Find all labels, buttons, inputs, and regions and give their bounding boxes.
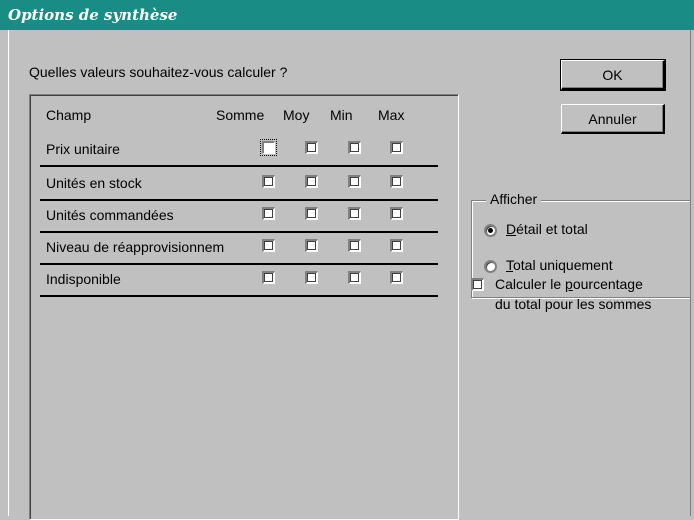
max-checkbox[interactable] — [390, 239, 403, 252]
table-row: Niveau de réapprovisionnem — [40, 231, 438, 265]
somme-checkbox[interactable] — [262, 239, 275, 252]
min-checkbox[interactable] — [348, 141, 361, 154]
percent-label: Calculer le pourcentage du total pour le… — [495, 276, 652, 312]
header-champ: Champ — [46, 107, 92, 123]
radio-detail-total[interactable]: Détail et total — [484, 221, 684, 245]
window-frame-edge — [690, 30, 694, 516]
window-title: Options de synthèse — [0, 0, 694, 30]
max-checkbox[interactable] — [390, 141, 403, 154]
header-max: Max — [378, 107, 405, 123]
moy-checkbox[interactable] — [305, 207, 318, 220]
summary-grid: Champ Somme Moy Min Max Prix unitaire Un… — [29, 94, 459, 520]
row-label: Unités en stock — [46, 175, 142, 191]
cancel-button[interactable]: Annuler — [561, 104, 665, 134]
max-checkbox[interactable] — [390, 207, 403, 220]
min-checkbox[interactable] — [348, 271, 361, 284]
table-row: Unités commandées — [40, 199, 438, 233]
group-title: Afficher — [486, 191, 542, 207]
header-min: Min — [330, 107, 353, 123]
moy-checkbox[interactable] — [305, 239, 318, 252]
somme-checkbox[interactable] — [260, 139, 277, 156]
row-label: Unités commandées — [46, 207, 174, 223]
min-checkbox[interactable] — [348, 175, 361, 188]
radio-unselected-icon[interactable] — [484, 260, 497, 273]
header-moy: Moy — [283, 107, 310, 123]
min-checkbox[interactable] — [348, 239, 361, 252]
ok-button[interactable]: OK — [560, 59, 666, 91]
question-label: Quelles valeurs souhaitez-vous calculer … — [29, 64, 288, 80]
moy-checkbox[interactable] — [305, 141, 318, 154]
min-checkbox[interactable] — [348, 207, 361, 220]
radio-label: Détail et total — [506, 221, 588, 237]
radio-label: Total uniquement — [506, 257, 613, 273]
table-row: Prix unitaire — [40, 133, 438, 167]
somme-checkbox[interactable] — [262, 271, 275, 284]
header-somme: Somme — [216, 107, 265, 123]
somme-checkbox[interactable] — [262, 175, 275, 188]
somme-checkbox[interactable] — [262, 207, 275, 220]
max-checkbox[interactable] — [390, 271, 403, 284]
percent-checkbox[interactable] — [471, 278, 484, 291]
summary-options-dialog: Quelles valeurs souhaitez-vous calculer … — [8, 30, 694, 520]
row-label: Indisponible — [46, 271, 121, 287]
row-label: Niveau de réapprovisionnem — [46, 239, 225, 255]
radio-selected-icon[interactable] — [484, 224, 497, 237]
moy-checkbox[interactable] — [305, 271, 318, 284]
max-checkbox[interactable] — [390, 175, 403, 188]
table-row: Unités en stock — [40, 167, 438, 201]
table-row: Indisponible — [40, 263, 438, 297]
row-label: Prix unitaire — [46, 141, 120, 157]
moy-checkbox[interactable] — [305, 175, 318, 188]
